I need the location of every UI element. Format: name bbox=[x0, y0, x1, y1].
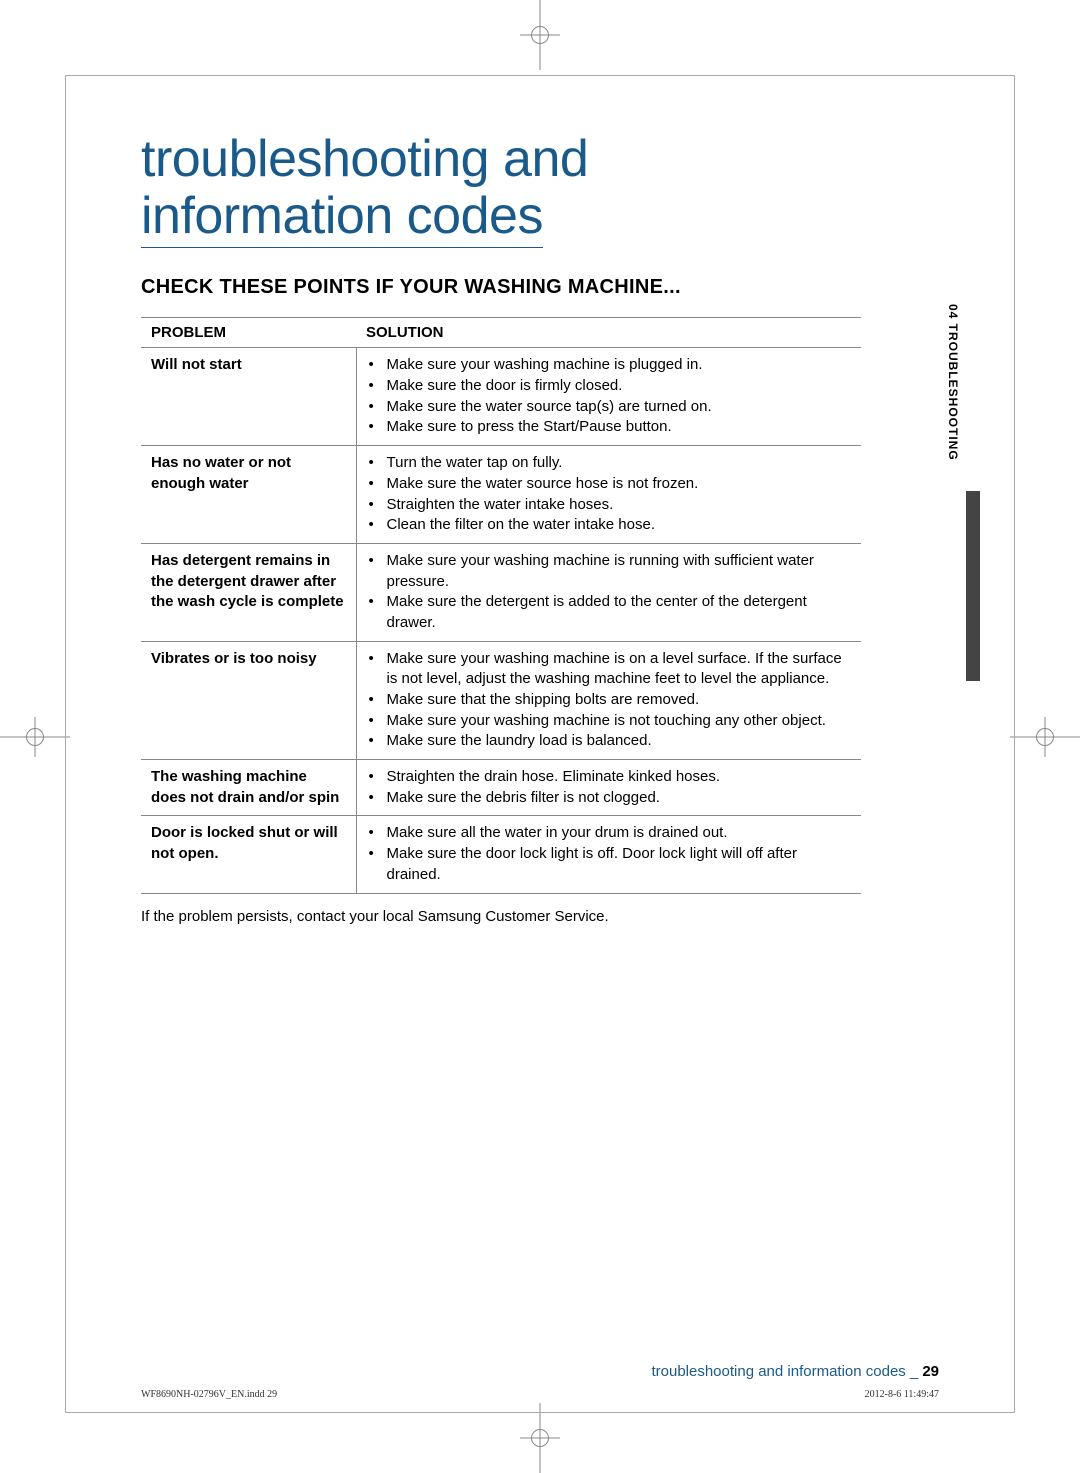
solution-cell: Straighten the drain hose. Eliminate kin… bbox=[356, 760, 861, 816]
problem-cell: Has no water or not enough water bbox=[141, 446, 356, 544]
solution-item: Make sure the water source tap(s) are tu… bbox=[367, 397, 852, 418]
side-tab-label: 04 TROUBLESHOOTING bbox=[946, 304, 960, 461]
solution-item: Turn the water tap on fully. bbox=[367, 453, 852, 474]
indd-timestamp: 2012-8-6 11:49:47 bbox=[865, 1389, 939, 1400]
table-row: Has detergent remains in the detergent d… bbox=[141, 543, 861, 641]
solution-item: Make sure the door lock light is off. Do… bbox=[367, 844, 852, 885]
solution-item: Make sure your washing machine is plugge… bbox=[367, 355, 852, 376]
problem-cell: The washing machine does not drain and/o… bbox=[141, 760, 356, 816]
table-header-row: PROBLEM SOLUTION bbox=[141, 318, 861, 348]
problem-cell: Door is locked shut or will not open. bbox=[141, 816, 356, 893]
indd-filename: WF8690NH-02796V_EN.indd 29 bbox=[141, 1389, 277, 1400]
page-content: troubleshooting and information codes CH… bbox=[66, 76, 1014, 1412]
problem-cell: Has detergent remains in the detergent d… bbox=[141, 543, 356, 641]
solution-item: Make sure that the shipping bolts are re… bbox=[367, 690, 852, 711]
solution-item: Make sure the laundry load is balanced. bbox=[367, 731, 852, 752]
title-line-2: information codes bbox=[141, 188, 543, 248]
table-row: Will not start Make sure your washing mac… bbox=[141, 348, 861, 446]
column-header-problem: PROBLEM bbox=[141, 318, 356, 348]
solution-item: Make sure your washing machine is on a l… bbox=[367, 649, 852, 690]
solution-item: Make sure your washing machine is runnin… bbox=[367, 551, 852, 592]
solution-cell: Make sure all the water in your drum is … bbox=[356, 816, 861, 893]
indd-footer: WF8690NH-02796V_EN.indd 29 2012-8-6 11:4… bbox=[141, 1389, 939, 1400]
page-title: troubleshooting and information codes bbox=[141, 131, 939, 248]
solution-item: Make sure the detergent is added to the … bbox=[367, 592, 852, 633]
solution-item: Straighten the water intake hoses. bbox=[367, 495, 852, 516]
page-number: 29 bbox=[922, 1363, 939, 1380]
page-footer: troubleshooting and information codes _2… bbox=[141, 1363, 939, 1380]
table-row: Has no water or not enough waterTurn the… bbox=[141, 446, 861, 544]
solution-item: Make sure all the water in your drum is … bbox=[367, 823, 852, 844]
crop-mark-bottom bbox=[520, 1403, 560, 1473]
solution-item: Clean the filter on the water intake hos… bbox=[367, 515, 852, 536]
crop-mark-left bbox=[0, 717, 70, 757]
solution-item: Straighten the drain hose. Eliminate kin… bbox=[367, 767, 852, 788]
section-heading: CHECK THESE POINTS IF YOUR WASHING MACHI… bbox=[141, 276, 939, 299]
crop-mark-right bbox=[1010, 717, 1080, 757]
solution-cell: Make sure your washing machine is on a l… bbox=[356, 641, 861, 759]
solution-cell: Turn the water tap on fully.Make sure th… bbox=[356, 446, 861, 544]
solution-item: Make sure the door is firmly closed. bbox=[367, 376, 852, 397]
solution-cell: Make sure your washing machine is plugge… bbox=[356, 348, 861, 446]
problem-cell: Will not start bbox=[141, 348, 356, 446]
table-row: The washing machine does not drain and/o… bbox=[141, 760, 861, 816]
solution-item: Make sure your washing machine is not to… bbox=[367, 711, 852, 732]
table-row: Door is locked shut or will not open. Mak… bbox=[141, 816, 861, 893]
page-frame: troubleshooting and information codes CH… bbox=[65, 75, 1015, 1413]
solution-cell: Make sure your washing machine is runnin… bbox=[356, 543, 861, 641]
table-row: Vibrates or is too noisy Make sure your w… bbox=[141, 641, 861, 759]
title-line-1: troubleshooting and bbox=[141, 130, 588, 188]
problem-cell: Vibrates or is too noisy bbox=[141, 641, 356, 759]
solution-item: Make sure the debris filter is not clogg… bbox=[367, 788, 852, 809]
crop-mark-top bbox=[520, 0, 560, 70]
solution-item: Make sure to press the Start/Pause butto… bbox=[367, 417, 852, 438]
solution-item: Make sure the water source hose is not f… bbox=[367, 474, 852, 495]
troubleshooting-table: PROBLEM SOLUTION Will not start Make sure… bbox=[141, 317, 861, 893]
column-header-solution: SOLUTION bbox=[356, 318, 861, 348]
footer-text: troubleshooting and information codes _ bbox=[651, 1363, 918, 1380]
side-tab-bar bbox=[966, 491, 980, 681]
footnote: If the problem persists, contact your lo… bbox=[141, 908, 939, 925]
